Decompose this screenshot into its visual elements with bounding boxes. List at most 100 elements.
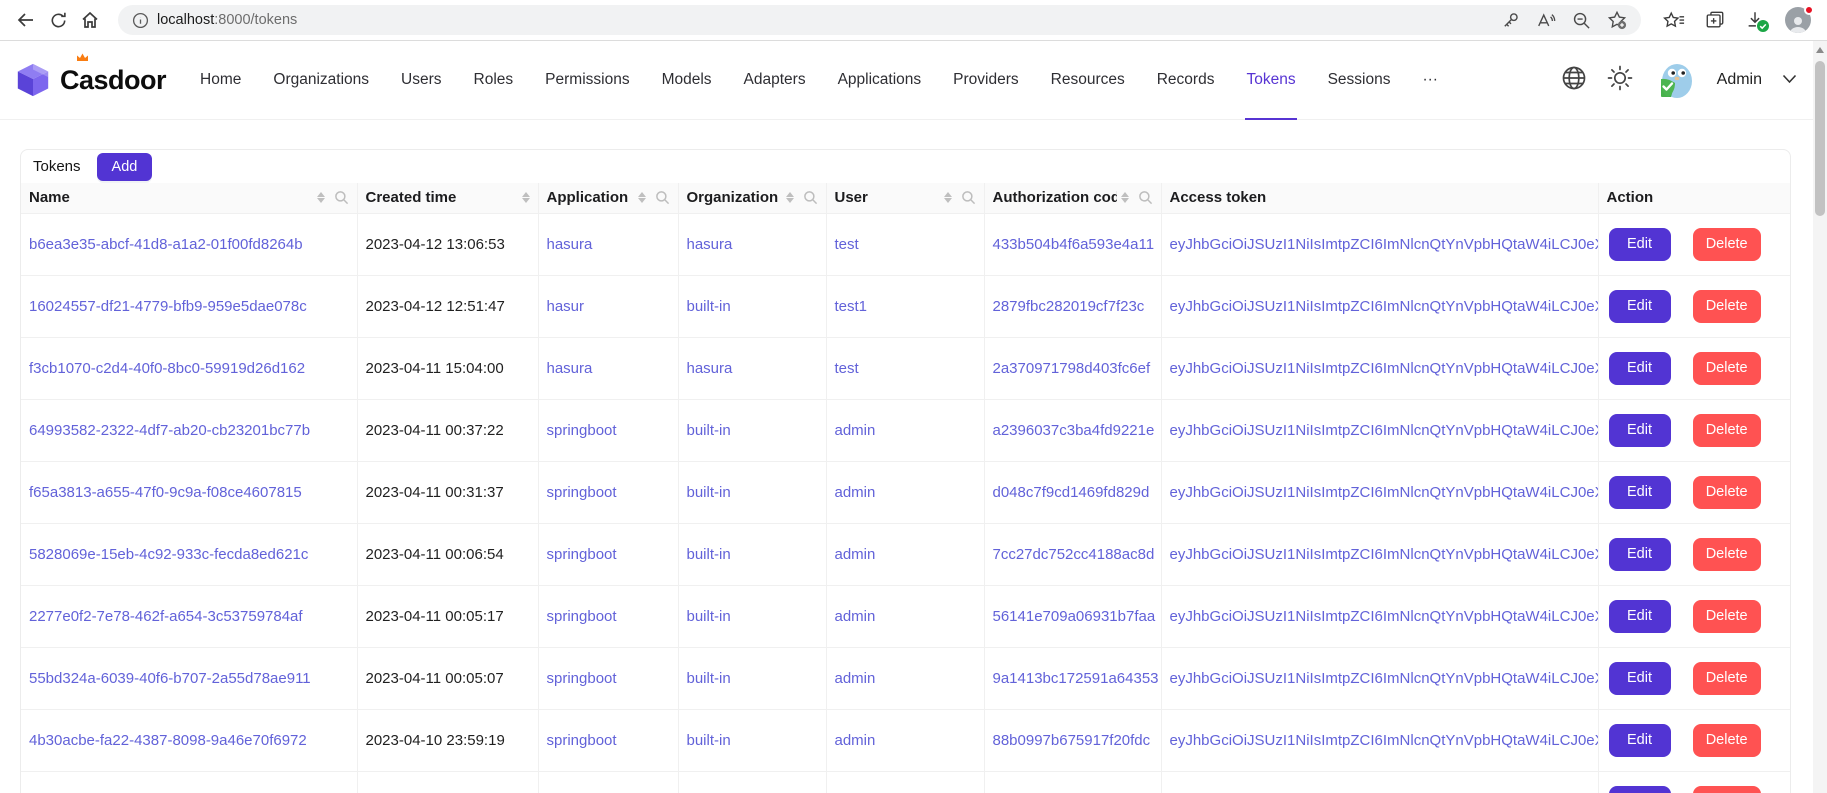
add-button[interactable]: Add (97, 153, 153, 181)
user-avatar[interactable] (1653, 59, 1695, 101)
authorization-code-value[interactable]: 433b504b4f6a593e4a11 (993, 236, 1155, 253)
delete-button[interactable]: Delete (1693, 228, 1761, 261)
application-link[interactable]: springboot (547, 546, 617, 563)
nav-item[interactable]: Tokens (1230, 41, 1311, 120)
access-token-value[interactable]: eyJhbGciOiJSUzI1NiIsImtpZCI6ImNlcnQtYnVp… (1170, 732, 1599, 749)
edit-button[interactable]: Edit (1609, 352, 1671, 385)
column-header-name[interactable]: Name (21, 183, 357, 213)
nav-item[interactable]: Resources (1035, 41, 1141, 120)
site-info-icon[interactable] (132, 12, 149, 29)
application-link[interactable]: springboot (547, 608, 617, 625)
delete-button[interactable]: Delete (1693, 290, 1761, 323)
add-favorite-icon[interactable] (1607, 10, 1627, 30)
edit-button[interactable]: Edit (1609, 724, 1671, 757)
delete-button[interactable]: Delete (1693, 476, 1761, 509)
organization-link[interactable]: built-in (687, 546, 731, 563)
read-aloud-icon[interactable] (1536, 11, 1556, 30)
authorization-code-value[interactable]: 9a1413bc172591a64353 (993, 670, 1159, 687)
downloads-icon[interactable] (1745, 10, 1765, 30)
search-icon[interactable] (803, 190, 818, 205)
search-icon[interactable] (655, 190, 670, 205)
token-name-link[interactable]: b6ea3e35-abcf-41d8-a1a2-01f00fd8264b (29, 236, 303, 253)
search-icon[interactable] (334, 190, 349, 205)
url-text[interactable]: localhost:8000/tokens (157, 12, 297, 28)
zoom-out-icon[interactable] (1572, 11, 1591, 30)
token-name-link[interactable]: 16024557-df21-4779-bfb9-959e5dae078c (29, 298, 307, 315)
access-token-value[interactable]: eyJhbGciOiJSUzI1NiIsImtpZCI6ImNlcnQtYnVp… (1170, 608, 1599, 625)
organization-link[interactable]: built-in (687, 732, 731, 749)
favorites-bar-icon[interactable] (1663, 10, 1685, 30)
organization-link[interactable]: built-in (687, 422, 731, 439)
edit-button[interactable]: Edit (1609, 600, 1671, 633)
organization-link[interactable]: hasura (687, 360, 733, 377)
user-link[interactable]: test1 (835, 298, 868, 315)
edit-button[interactable]: Edit (1609, 476, 1671, 509)
sort-icon[interactable] (1121, 192, 1129, 203)
nav-item[interactable]: ··· (1406, 41, 1454, 120)
token-name-link[interactable]: 5828069e-15eb-4c92-933c-fecda8ed621c (29, 546, 308, 563)
delete-button[interactable]: Delete (1693, 662, 1761, 695)
application-link[interactable]: hasur (547, 298, 585, 315)
nav-item[interactable]: Permissions (529, 41, 645, 120)
application-link[interactable]: hasura (547, 360, 593, 377)
delete-button[interactable]: Delete (1693, 724, 1761, 757)
user-name-label[interactable]: Admin (1717, 71, 1762, 89)
organization-link[interactable]: built-in (687, 608, 731, 625)
search-icon[interactable] (961, 190, 976, 205)
authorization-code-value[interactable]: a2396037c3ba4fd9221e (993, 422, 1155, 439)
edit-button[interactable]: Edit (1609, 290, 1671, 323)
sort-icon[interactable] (317, 192, 325, 203)
nav-item[interactable]: Models (646, 41, 728, 120)
authorization-code-value[interactable]: d048c7f9cd1469fd829d (993, 484, 1150, 501)
organization-link[interactable]: hasura (687, 236, 733, 253)
refresh-icon[interactable] (42, 4, 74, 36)
nav-item[interactable]: Adapters (728, 41, 822, 120)
nav-item[interactable]: Users (385, 41, 457, 120)
authorization-code-value[interactable]: 56141e709a06931b7faa (993, 608, 1156, 625)
access-token-value[interactable]: eyJhbGciOiJSUzI1NiIsImtpZCI6ImNlcnQtYnVp… (1170, 546, 1599, 563)
token-name-link[interactable]: f65a3813-a655-47f0-9c9a-f08ce4607815 (29, 484, 302, 501)
edit-button[interactable]: Edit (1609, 538, 1671, 571)
user-link[interactable]: admin (835, 484, 876, 501)
sort-icon[interactable] (786, 192, 794, 203)
nav-item[interactable]: Home (184, 41, 257, 120)
delete-button[interactable]: Delete (1693, 414, 1761, 447)
column-header-application[interactable]: Application (538, 183, 678, 213)
edit-button[interactable]: Edit (1609, 662, 1671, 695)
column-header-organization[interactable]: Organization (678, 183, 826, 213)
sort-icon[interactable] (638, 192, 646, 203)
application-link[interactable]: springboot (547, 484, 617, 501)
home-icon[interactable] (74, 4, 106, 36)
user-link[interactable]: admin (835, 732, 876, 749)
user-link[interactable]: test (835, 236, 859, 253)
user-link[interactable]: admin (835, 546, 876, 563)
nav-item[interactable]: Records (1141, 41, 1231, 120)
organization-link[interactable]: built-in (687, 298, 731, 315)
search-icon[interactable] (1138, 190, 1153, 205)
scrollbar-up-arrow[interactable] (1816, 47, 1824, 53)
application-link[interactable]: springboot (547, 670, 617, 687)
nav-item[interactable]: Providers (937, 41, 1034, 120)
token-name-link[interactable]: 64993582-2322-4df7-ab20-cb23201bc77b (29, 422, 310, 439)
access-token-value[interactable]: eyJhbGciOiJSUzI1NiIsImtpZCI6ImNlcnQtYnVp… (1170, 298, 1599, 315)
address-bar[interactable]: localhost:8000/tokens (118, 5, 1641, 35)
authorization-code-value[interactable]: 7cc27dc752cc4188ac8d (993, 546, 1155, 563)
page-scrollbar[interactable] (1813, 41, 1827, 793)
delete-button[interactable]: Delete (1693, 538, 1761, 571)
token-name-link[interactable]: 4b30acbe-fa22-4387-8098-9a46e70f6972 (29, 732, 307, 749)
access-token-value[interactable]: eyJhbGciOiJSUzI1NiIsImtpZCI6ImNlcnQtYnVp… (1170, 236, 1599, 253)
edit-button[interactable]: Edit (1609, 414, 1671, 447)
user-link[interactable]: test (835, 360, 859, 377)
column-header-authorization-code[interactable]: Authorization code (984, 183, 1161, 213)
scrollbar-thumb[interactable] (1815, 61, 1825, 216)
user-link[interactable]: admin (835, 670, 876, 687)
password-key-icon[interactable] (1501, 11, 1520, 30)
application-link[interactable]: springboot (547, 422, 617, 439)
token-name-link[interactable]: 55bd324a-6039-40f6-b707-2a55d78ae911 (29, 670, 311, 687)
application-link[interactable]: springboot (547, 732, 617, 749)
organization-link[interactable]: built-in (687, 670, 731, 687)
access-token-value[interactable]: eyJhbGciOiJSUzI1NiIsImtpZCI6ImNlcnQtYnVp… (1170, 484, 1599, 501)
delete-button[interactable]: Delete (1693, 352, 1761, 385)
nav-item[interactable]: Organizations (257, 41, 385, 120)
token-name-link[interactable]: 2277e0f2-7e78-462f-a654-3c53759784af (29, 608, 303, 625)
